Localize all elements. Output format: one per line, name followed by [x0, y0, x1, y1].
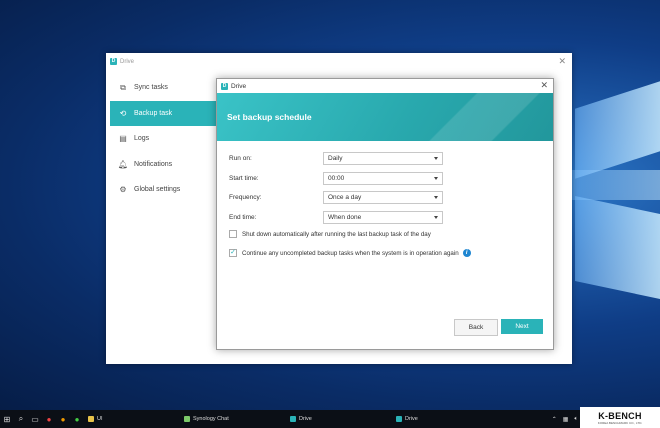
run-on-select[interactable]: Daily: [323, 152, 443, 166]
taskbar-app-label: Drive: [299, 416, 312, 422]
network-icon[interactable]: ▦: [563, 416, 569, 423]
brand-name: K-BENCH: [598, 410, 642, 421]
sidebar-item-logs[interactable]: ▤ Logs: [110, 126, 216, 151]
taskbar-folder[interactable]: UI: [84, 410, 180, 428]
taskbar-app-drive-2[interactable]: Drive: [392, 410, 498, 428]
sidebar-item-label: Notifications: [134, 160, 173, 168]
windows-start-icon[interactable]: ⊞: [0, 410, 14, 428]
dialog-titlebar: D Drive: [217, 79, 553, 93]
frequency-row: Frequency: Once a day: [229, 188, 539, 208]
continue-option-label: Continue any uncompleted backup tasks wh…: [242, 249, 459, 257]
continue-checkbox[interactable]: ✓: [229, 249, 237, 257]
dialog-close-icon[interactable]: ✕: [540, 80, 548, 91]
drive-icon: [396, 416, 402, 422]
frequency-label: Frequency:: [229, 194, 262, 202]
taskbar-app-label: Synology Chat: [193, 416, 229, 422]
shutdown-checkbox[interactable]: [229, 230, 237, 238]
end-time-value: When done: [328, 213, 362, 221]
wallpaper-light-1: [575, 81, 660, 179]
end-time-label: End time:: [229, 213, 257, 221]
dropdown-caret-icon: [434, 196, 438, 200]
tray-chevron-icon[interactable]: ⌃: [552, 416, 557, 423]
backup-schedule-dialog: D Drive ✕ Set backup schedule Run on: Da…: [216, 78, 554, 350]
sidebar-item-notifications[interactable]: 🔔︎ Notifications: [110, 152, 216, 177]
run-on-value: Daily: [328, 155, 343, 163]
gear-icon: ⚙: [119, 185, 127, 194]
sidebar-item-label: Backup task: [134, 109, 173, 117]
frequency-select[interactable]: Once a day: [323, 191, 443, 205]
drive-icon: [290, 416, 296, 422]
sync-icon: ⧉: [120, 82, 126, 92]
dialog-title: Drive: [231, 82, 247, 90]
synology-chat-icon: [184, 416, 190, 422]
schedule-form: Run on: Daily Start time: 00:00 Frequenc…: [229, 149, 539, 227]
backup-icon: ⟲: [119, 108, 127, 118]
run-on-label: Run on:: [229, 155, 252, 163]
volume-icon[interactable]: 🔈︎: [574, 416, 578, 423]
app-icon-2[interactable]: ●: [56, 410, 70, 428]
main-close-icon[interactable]: ✕: [558, 56, 566, 67]
run-on-row: Run on: Daily: [229, 149, 539, 169]
end-time-select[interactable]: When done: [323, 210, 443, 224]
sidebar-item-label: Global settings: [134, 186, 181, 193]
continue-option[interactable]: ✓ Continue any uncompleted backup tasks …: [229, 249, 471, 257]
taskbar-app-drive-1[interactable]: Drive: [286, 410, 392, 428]
start-time-select[interactable]: 00:00: [323, 171, 443, 185]
main-window-title: Drive: [120, 58, 135, 65]
drive-logo-icon: D: [221, 82, 228, 90]
end-time-row: End time: When done: [229, 208, 539, 228]
sidebar-item-global-settings[interactable]: ⚙ Global settings: [110, 177, 216, 202]
folder-icon: [88, 416, 94, 422]
start-time-row: Start time: 00:00: [229, 169, 539, 189]
sidebar-item-backup-task[interactable]: ⟲ Backup task: [110, 100, 216, 126]
chrome-icon[interactable]: ●: [70, 410, 84, 428]
wallpaper-light-3: [575, 195, 660, 300]
dialog-header: Set backup schedule: [217, 93, 553, 141]
start-time-value: 00:00: [328, 174, 345, 182]
next-button[interactable]: Next: [501, 319, 543, 334]
drive-logo-icon: D: [110, 58, 117, 65]
app-icon-1[interactable]: ●: [42, 410, 56, 428]
back-button[interactable]: Back: [454, 319, 498, 336]
dropdown-caret-icon: [434, 215, 438, 219]
dialog-heading: Set backup schedule: [227, 112, 312, 122]
taskbar: ⊞ ⌕ ▭ ● ● ● UI Synology Chat Drive Drive…: [0, 410, 660, 428]
dropdown-caret-icon: [434, 176, 438, 180]
sidebar-item-label: Sync tasks: [134, 84, 168, 91]
search-icon[interactable]: ⌕: [14, 410, 28, 428]
main-titlebar: D Drive: [106, 53, 572, 70]
taskbar-app-synology-chat[interactable]: Synology Chat: [180, 410, 286, 428]
taskbar-folder-label: UI: [97, 416, 103, 422]
shutdown-option-label: Shut down automatically after running th…: [242, 230, 431, 238]
frequency-value: Once a day: [328, 194, 362, 202]
bell-icon: 🔔︎: [117, 159, 129, 169]
logs-icon: ▤: [119, 134, 127, 143]
k-bench-watermark: K-BENCH KOREA BENCHMARK CO., LTD.: [580, 407, 660, 428]
task-view-icon[interactable]: ▭: [28, 410, 42, 428]
shutdown-option[interactable]: Shut down automatically after running th…: [229, 230, 431, 238]
dropdown-caret-icon: [434, 157, 438, 161]
start-time-label: Start time:: [229, 174, 259, 182]
system-tray: ⌃ ▦ 🔈︎: [546, 410, 578, 428]
header-decoration: [393, 93, 553, 141]
brand-tagline: KOREA BENCHMARK CO., LTD.: [597, 420, 643, 425]
sidebar-item-sync-tasks[interactable]: ⧉ Sync tasks: [110, 75, 216, 100]
sidebar-item-label: Logs: [134, 135, 150, 142]
taskbar-app-label: Drive: [405, 416, 418, 422]
sidebar: ⧉ Sync tasks ⟲ Backup task ▤ Logs 🔔︎ Not…: [110, 75, 216, 203]
info-icon[interactable]: i: [462, 249, 471, 257]
